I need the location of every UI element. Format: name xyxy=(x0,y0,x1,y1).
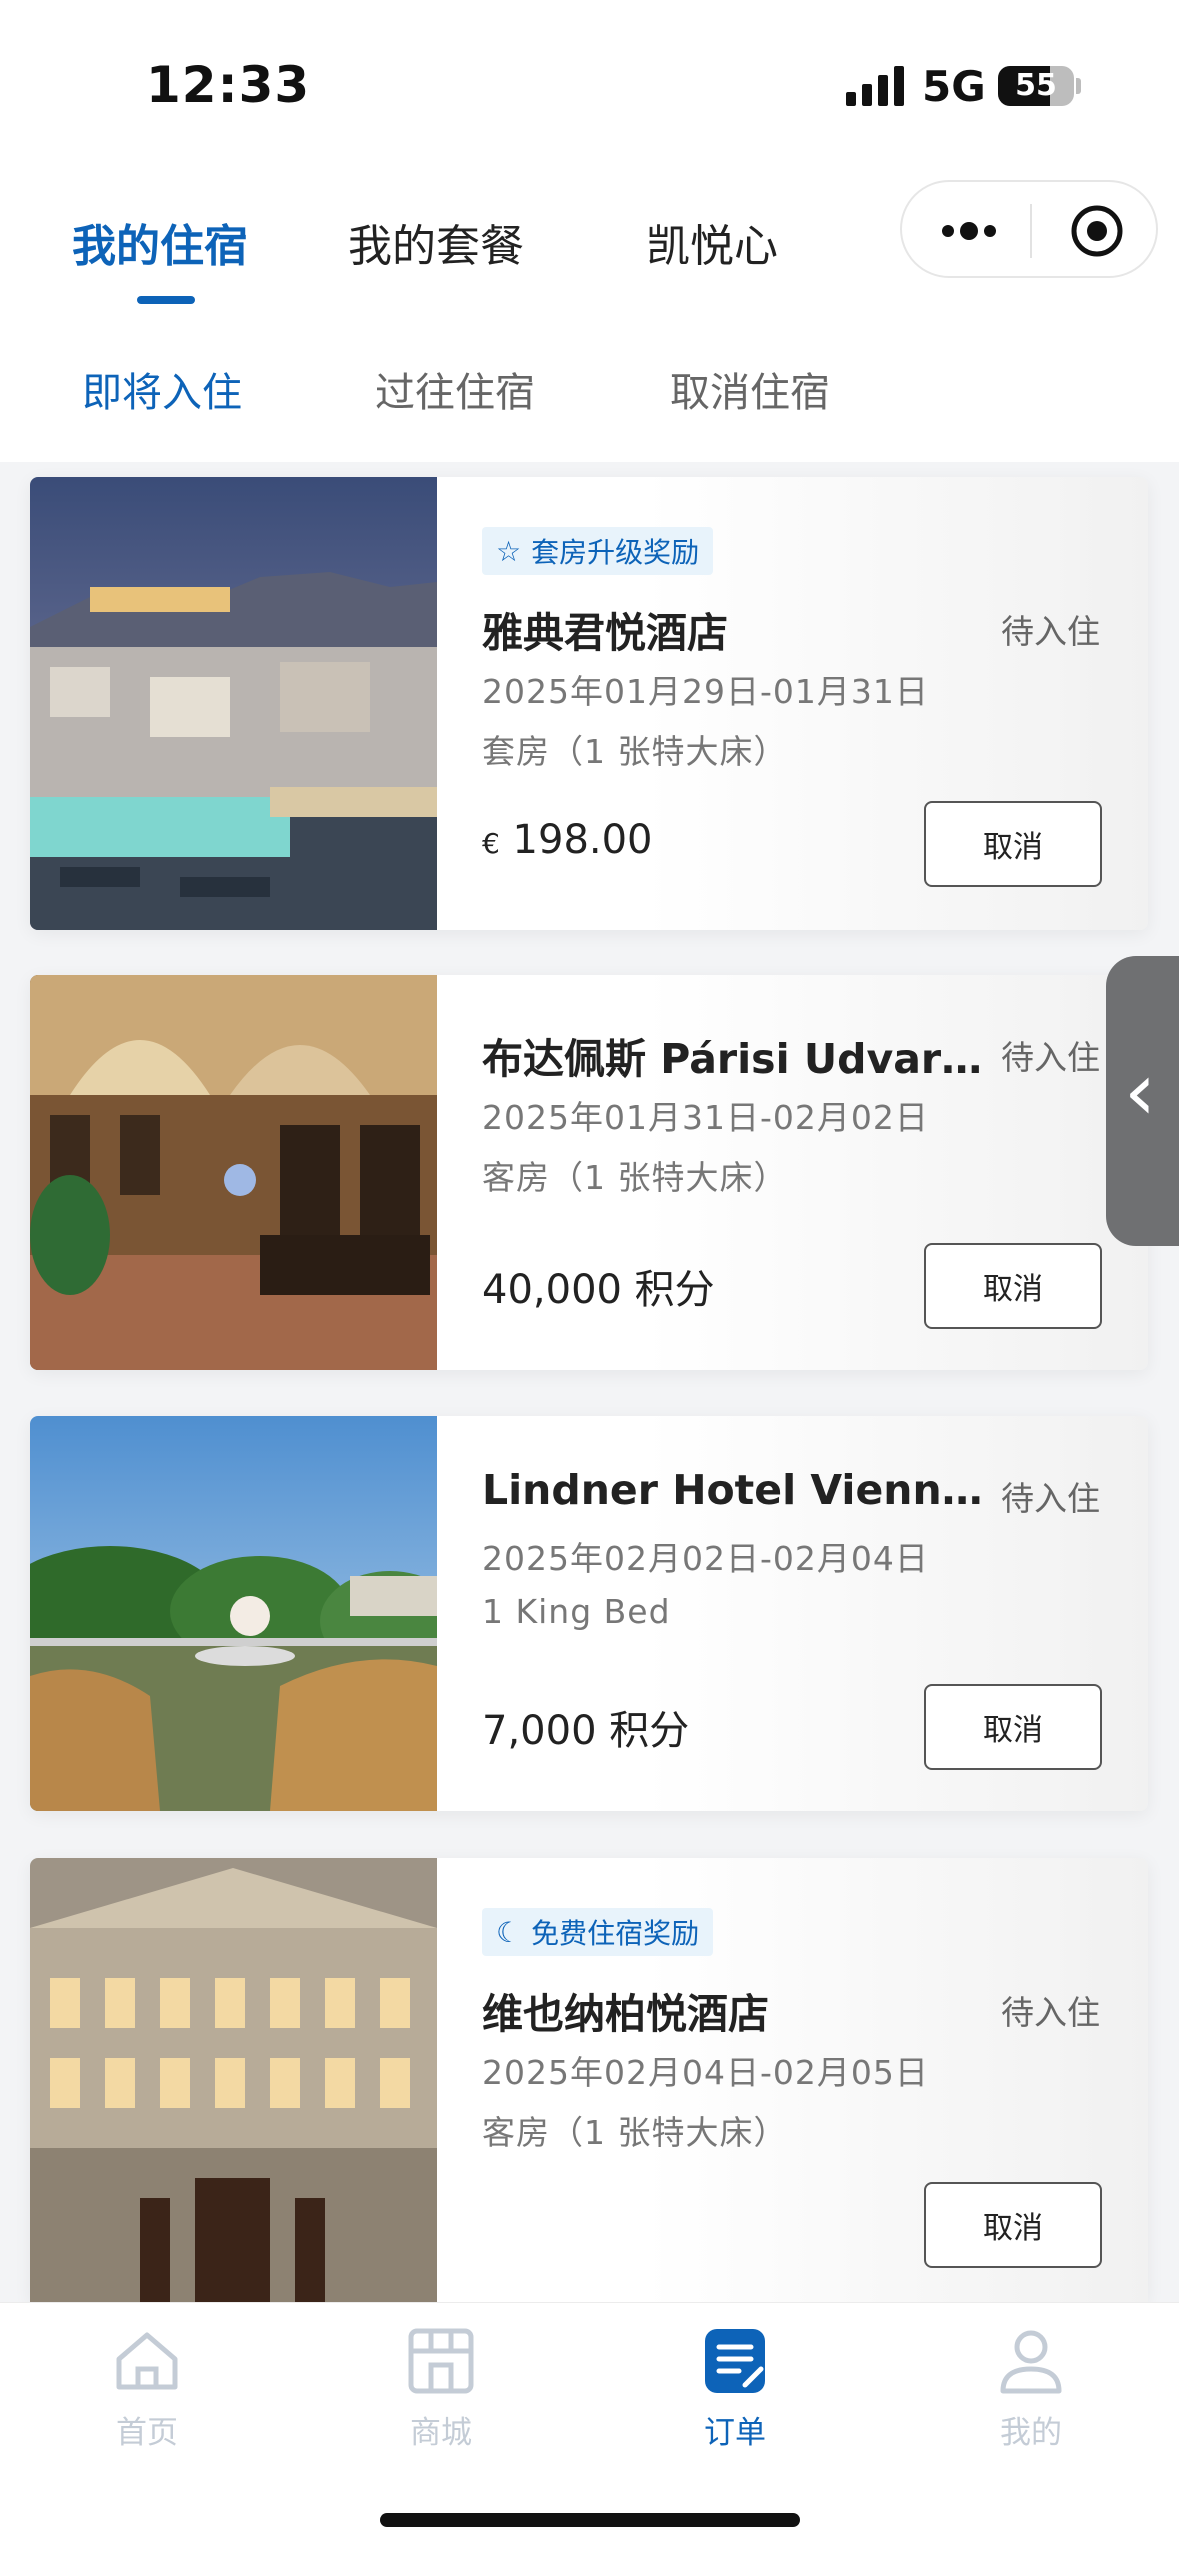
star-icon: ☆ xyxy=(496,534,522,568)
room-type: 1 King Bed xyxy=(482,1592,671,1631)
stay-dates: 2025年01月29日-01月31日 xyxy=(482,672,929,711)
orders-icon xyxy=(705,2329,765,2393)
price: 40,000 积分 xyxy=(482,1267,715,1313)
home-indicator xyxy=(380,2513,800,2527)
room-type: 套房（1 张特大床） xyxy=(482,732,788,771)
hotel-name: Lindner Hotel Vienna Am Belvedere xyxy=(482,1466,992,1514)
room-type: 客房（1 张特大床） xyxy=(482,1158,788,1197)
booking-status: 待入住 xyxy=(1001,1993,1100,2032)
subtab-upcoming[interactable]: 即将入住 xyxy=(82,360,242,418)
battery-level: 55 xyxy=(1015,68,1057,103)
price: € 198.00 xyxy=(482,817,653,863)
booking-status: 待入住 xyxy=(1001,1479,1100,1518)
booking-card[interactable]: ☾ 免费住宿奖励 维也纳柏悦酒店 待入住 2025年02月04日-02月05日 … xyxy=(30,1858,1148,2302)
target-icon[interactable] xyxy=(1070,204,1124,258)
hotel-photo xyxy=(30,1858,437,2302)
signal-icon xyxy=(846,66,904,106)
stay-dates: 2025年01月31日-02月02日 xyxy=(482,1098,929,1137)
subtab-past[interactable]: 过往住宿 xyxy=(375,360,535,418)
booking-status: 待入住 xyxy=(1001,612,1100,651)
home-icon xyxy=(116,2332,178,2390)
stay-dates: 2025年02月04日-02月05日 xyxy=(482,2053,929,2092)
nav-store[interactable]: 商城 xyxy=(366,2325,516,2452)
nav-profile[interactable]: 我的 xyxy=(956,2325,1106,2452)
top-tab-area: 我的住宿 我的套餐 凯悦心 即将入住 过往住宿 取消住宿 xyxy=(0,160,1179,462)
more-dots-icon[interactable] xyxy=(940,218,998,244)
hotel-photo xyxy=(30,477,437,930)
nav-label: 订单 xyxy=(704,2415,766,2451)
miniprogram-capsule xyxy=(900,180,1158,278)
tab-my-packages[interactable]: 我的套餐 xyxy=(348,210,524,274)
booking-card[interactable]: ☆ 套房升级奖励 雅典君悦酒店 待入住 2025年01月29日-01月31日 套… xyxy=(30,477,1148,930)
cancel-button[interactable]: 取消 xyxy=(924,2182,1102,2268)
nav-label: 商城 xyxy=(410,2415,472,2451)
hotel-name: 雅典君悦酒店 xyxy=(482,609,728,657)
store-icon xyxy=(408,2328,474,2394)
active-tab-indicator xyxy=(137,296,195,304)
booking-card[interactable]: Lindner Hotel Vienna Am Belvedere 待入住 20… xyxy=(30,1416,1148,1811)
price-amount: 198.00 xyxy=(512,817,653,863)
network-type: 5G xyxy=(922,62,986,111)
nav-home[interactable]: 首页 xyxy=(72,2325,222,2452)
cancel-button[interactable]: 取消 xyxy=(924,801,1102,887)
hotel-name: 布达佩斯 Párisi Udvar Hotel Budapest xyxy=(482,1035,992,1083)
subtab-cancelled[interactable]: 取消住宿 xyxy=(670,360,830,418)
badge-label: 免费住宿奖励 xyxy=(531,1917,700,1950)
currency-symbol: € xyxy=(482,827,500,860)
stay-dates: 2025年02月02日-02月04日 xyxy=(482,1539,929,1578)
nav-label: 我的 xyxy=(1000,2415,1062,2451)
profile-icon xyxy=(1000,2330,1062,2394)
moon-icon: ☾ xyxy=(496,1915,522,1949)
cancel-button[interactable]: 取消 xyxy=(924,1243,1102,1329)
reward-badge: ☾ 免费住宿奖励 xyxy=(482,1908,714,1956)
cancel-button[interactable]: 取消 xyxy=(924,1684,1102,1770)
reward-badge: ☆ 套房升级奖励 xyxy=(482,527,714,575)
tab-hyatt-heart[interactable]: 凯悦心 xyxy=(646,210,778,274)
badge-label: 套房升级奖励 xyxy=(531,536,700,569)
price: 7,000 积分 xyxy=(482,1708,690,1754)
chevron-left-icon: ‹ xyxy=(1124,1045,1156,1138)
hotel-photo xyxy=(30,975,437,1370)
room-type: 客房（1 张特大床） xyxy=(482,2113,788,2152)
battery-icon: 55 xyxy=(998,66,1074,106)
hotel-name: 维也纳柏悦酒店 xyxy=(482,1990,769,2038)
nav-label: 首页 xyxy=(116,2415,178,2451)
booking-status: 待入住 xyxy=(1001,1038,1100,1077)
tab-my-stays[interactable]: 我的住宿 xyxy=(72,210,248,274)
booking-card[interactable]: 布达佩斯 Párisi Udvar Hotel Budapest 待入住 202… xyxy=(30,975,1148,1370)
hotel-photo xyxy=(30,1416,437,1811)
nav-orders[interactable]: 订单 xyxy=(660,2325,810,2452)
side-expand-handle[interactable]: ‹ xyxy=(1106,956,1179,1246)
status-bar: 12:33 5G 55 xyxy=(0,0,1179,160)
status-time: 12:33 xyxy=(146,56,311,114)
